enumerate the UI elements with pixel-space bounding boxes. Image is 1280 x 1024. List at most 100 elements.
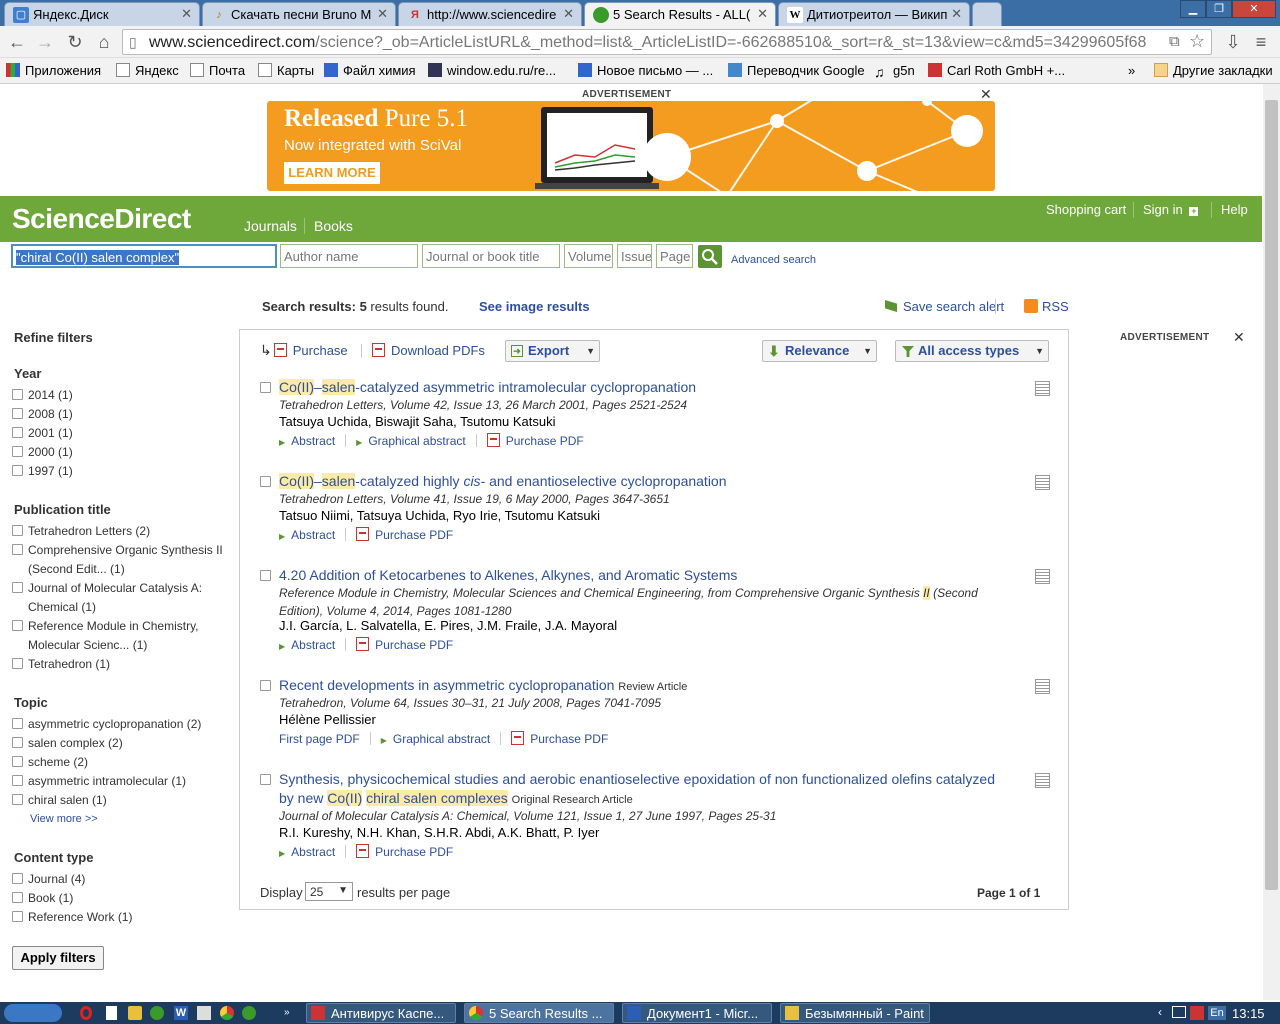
checkbox[interactable] bbox=[12, 544, 23, 555]
checkbox[interactable] bbox=[12, 408, 23, 419]
checkbox[interactable] bbox=[12, 658, 23, 669]
purchase-pdf-link[interactable]: Purchase PDF bbox=[506, 434, 584, 448]
menu-icon[interactable]: ≡ bbox=[1250, 32, 1272, 52]
access-type-dropdown[interactable]: All access types ▼ bbox=[895, 340, 1049, 362]
result-title-link[interactable]: Co(II)–salen-catalyzed asymmetric intram… bbox=[279, 378, 1009, 397]
filter-topic[interactable]: asymmetric intramolecular (1) bbox=[12, 774, 186, 788]
checkbox[interactable] bbox=[12, 775, 23, 786]
checkbox[interactable] bbox=[12, 892, 23, 903]
filter-publication[interactable]: Journal of Molecular Catalysis A: bbox=[12, 581, 202, 595]
abstract-link[interactable]: Abstract bbox=[291, 434, 335, 448]
nav-books[interactable]: Books bbox=[314, 218, 353, 234]
bookmark-item[interactable]: window.edu.ru/re... bbox=[428, 63, 556, 78]
bookmark-item[interactable]: ♫ g5n bbox=[874, 63, 915, 79]
taskbar-item[interactable]: Документ1 - Micr... bbox=[622, 1003, 772, 1023]
new-tab-button[interactable] bbox=[972, 2, 1002, 26]
bookmark-item[interactable]: Файл химия bbox=[324, 63, 416, 78]
antivirus-tray-icon[interactable] bbox=[1190, 1006, 1204, 1020]
browser-tab[interactable]: Я http://www.sciencedire ✕ bbox=[398, 2, 582, 26]
filter-topic[interactable]: asymmetric cyclopropanation (2) bbox=[12, 717, 201, 731]
filter-publication[interactable]: Reference Module in Chemistry, bbox=[12, 619, 199, 633]
filter-topic[interactable]: scheme (2) bbox=[12, 755, 88, 769]
app-icon[interactable] bbox=[150, 1006, 164, 1020]
filter-topic[interactable]: salen complex (2) bbox=[12, 736, 123, 750]
ad-banner[interactable]: Released Pure 5.1 Now integrated with Sc… bbox=[267, 101, 995, 191]
checkbox[interactable] bbox=[12, 873, 23, 884]
network-icon[interactable] bbox=[1172, 1006, 1186, 1018]
browser-tab-active[interactable]: 5 Search Results - ALL( ✕ bbox=[584, 2, 776, 26]
filter-topic[interactable]: chiral salen (1) bbox=[12, 793, 107, 807]
abstract-link[interactable]: Abstract bbox=[291, 845, 335, 859]
opera-icon[interactable] bbox=[80, 1006, 92, 1020]
bookmark-item[interactable]: Почта bbox=[190, 63, 245, 78]
star-icon[interactable]: ☆ bbox=[1189, 31, 1205, 52]
filter-content-type[interactable]: Reference Work (1) bbox=[12, 910, 132, 924]
journal-field[interactable]: Journal or book title bbox=[422, 244, 560, 268]
sort-relevance-dropdown[interactable]: ⬇ Relevance ▼ bbox=[762, 340, 877, 362]
minimize-icon[interactable]: ▁ bbox=[1180, 0, 1206, 18]
checkbox[interactable] bbox=[12, 718, 23, 729]
nav-journals[interactable]: Journals bbox=[244, 218, 297, 234]
author-field[interactable]: Author name bbox=[280, 244, 418, 268]
preview-icon[interactable] bbox=[1035, 773, 1050, 788]
search-button[interactable] bbox=[698, 245, 722, 268]
checkbox[interactable] bbox=[12, 446, 23, 457]
graphical-abstract-link[interactable]: Graphical abstract bbox=[393, 732, 490, 746]
checkbox[interactable] bbox=[12, 794, 23, 805]
preview-icon[interactable] bbox=[1035, 475, 1050, 490]
filter-publication[interactable]: Comprehensive Organic Synthesis II bbox=[12, 543, 223, 557]
checkbox[interactable] bbox=[12, 427, 23, 438]
first-page-pdf-link[interactable]: First page PDF bbox=[279, 732, 360, 746]
purchase-pdf-link[interactable]: Purchase PDF bbox=[375, 845, 453, 859]
checkbox[interactable] bbox=[12, 389, 23, 400]
result-checkbox[interactable] bbox=[260, 680, 271, 691]
back-icon[interactable]: ← bbox=[6, 32, 28, 52]
restore-icon[interactable]: ❐ bbox=[1206, 0, 1232, 18]
result-checkbox[interactable] bbox=[260, 476, 271, 487]
checkbox[interactable] bbox=[12, 465, 23, 476]
close-icon[interactable]: ✕ bbox=[757, 6, 768, 22]
rss-link[interactable]: RSS bbox=[1024, 299, 1069, 314]
filter-publication[interactable]: Tetrahedron (1) bbox=[12, 657, 110, 671]
browser-tab[interactable]: ▢ Яндекс.Диск ✕ bbox=[4, 2, 200, 26]
browser-tab[interactable]: ♪ Скачать песни Bruno M ✕ bbox=[202, 2, 396, 26]
export-button[interactable]: ➜ Export ▼ bbox=[505, 340, 600, 362]
result-checkbox[interactable] bbox=[260, 570, 271, 581]
result-checkbox[interactable] bbox=[260, 774, 271, 785]
forward-icon[interactable]: → bbox=[34, 32, 56, 52]
quick-launch-more-icon[interactable]: » bbox=[284, 1007, 290, 1018]
checkbox[interactable] bbox=[12, 582, 23, 593]
highlight-term[interactable]: Co(II) bbox=[327, 790, 363, 806]
see-image-results-link[interactable]: See image results bbox=[479, 299, 590, 314]
filter-year[interactable]: 2008 (1) bbox=[12, 407, 73, 421]
language-indicator[interactable]: En bbox=[1208, 1006, 1226, 1020]
checkbox[interactable] bbox=[12, 756, 23, 767]
purchase-button[interactable]: ↳ Purchase bbox=[260, 342, 348, 359]
shopping-cart-link[interactable]: Shopping cart bbox=[1046, 202, 1126, 217]
address-bar[interactable]: ▯ www.sciencedirect.com/science?_ob=Arti… bbox=[122, 29, 1212, 55]
help-link[interactable]: Help bbox=[1221, 202, 1248, 217]
reload-icon[interactable]: ↻ bbox=[64, 32, 86, 52]
bookmark-item[interactable]: Карты bbox=[258, 63, 314, 78]
result-title-link[interactable]: Co(II)–salen-catalyzed highly cis- and e… bbox=[279, 472, 1009, 491]
close-icon[interactable]: ✕ bbox=[951, 6, 962, 22]
document-icon[interactable] bbox=[106, 1006, 117, 1020]
close-icon[interactable]: ✕ bbox=[563, 6, 574, 22]
purchase-pdf-link[interactable]: Purchase PDF bbox=[530, 732, 608, 746]
chrome-icon[interactable] bbox=[220, 1006, 234, 1020]
checkbox[interactable] bbox=[12, 620, 23, 631]
graphical-abstract-link[interactable]: Graphical abstract bbox=[368, 434, 465, 448]
save-search-alert-link[interactable]: Save search alert bbox=[885, 299, 1004, 314]
results-per-page-select[interactable]: 25 ▼ bbox=[305, 882, 353, 901]
home-icon[interactable]: ⌂ bbox=[93, 32, 115, 52]
window-close-icon[interactable]: ✕ bbox=[1232, 0, 1276, 18]
checkbox[interactable] bbox=[12, 911, 23, 922]
clock[interactable]: 13:15 bbox=[1232, 1006, 1265, 1021]
learn-more-button[interactable]: LEARN MORE bbox=[284, 162, 380, 184]
filter-year[interactable]: 2000 (1) bbox=[12, 445, 73, 459]
close-icon[interactable]: ✕ bbox=[1233, 329, 1245, 346]
start-button[interactable] bbox=[4, 1004, 62, 1022]
view-more-link[interactable]: View more >> bbox=[30, 813, 98, 825]
bookmarks-more[interactable]: » bbox=[1128, 63, 1135, 78]
apply-filters-button[interactable]: Apply filters bbox=[12, 946, 104, 970]
